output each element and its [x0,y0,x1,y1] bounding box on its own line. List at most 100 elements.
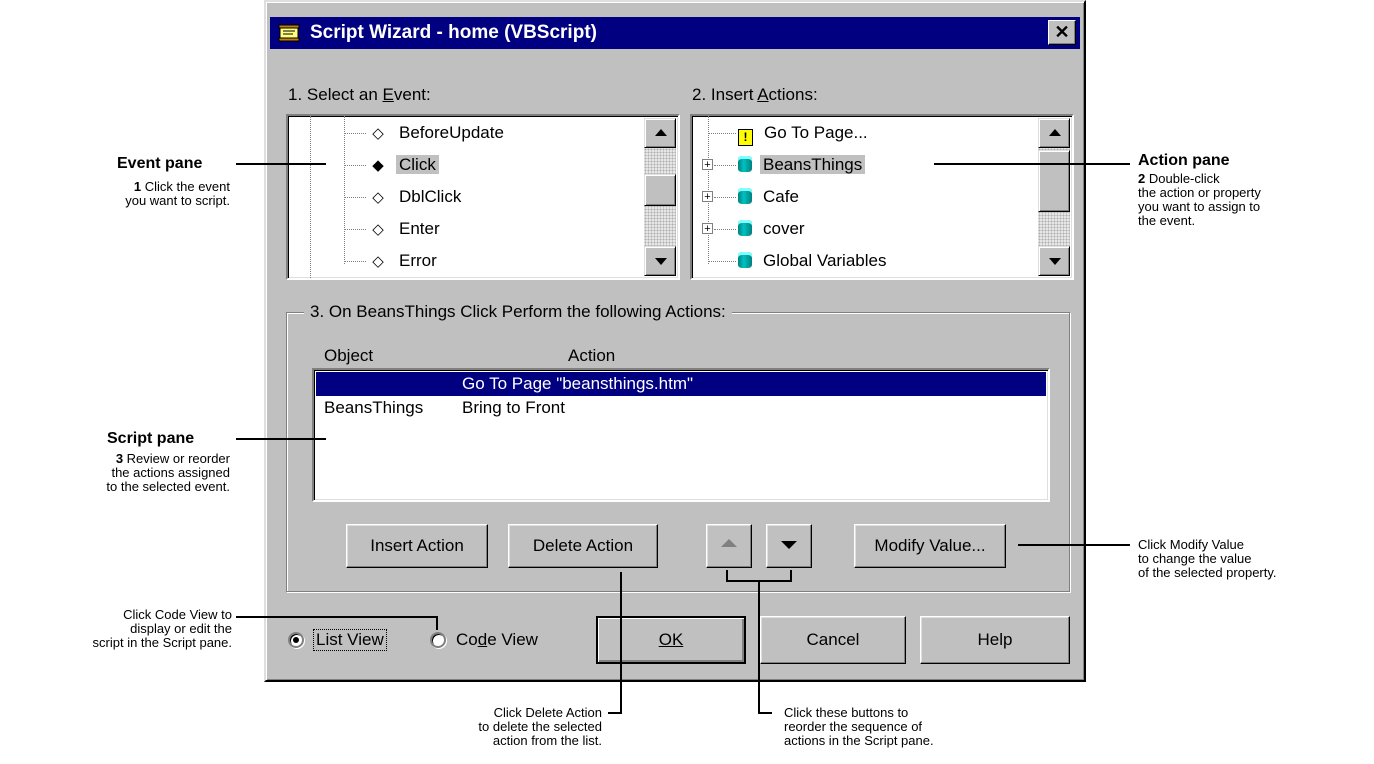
insert-action-button[interactable]: Insert Action [346,524,488,568]
event-pane-label: 1. Select an Event: [288,85,431,105]
scroll-down-button[interactable] [644,246,676,276]
action-item-label: Go To Page... [764,123,868,142]
ok-label: OK [658,630,684,649]
script-list[interactable]: Go To Page "beansthings.htm" BeansThings… [312,368,1050,502]
callout-line [436,616,438,630]
event-item-label: DblClick [399,187,462,206]
action-item-label: cover [763,219,805,238]
action-pane-callout-title: Action pane [1138,152,1230,169]
script-row-action: Go To Page "beansthings.htm" [462,374,694,393]
callout-step-number: 1 [133,179,142,194]
help-button[interactable]: Help [920,616,1070,664]
hollow-diamond-icon: ◇ [372,125,384,142]
scroll-down-button[interactable] [1038,246,1070,276]
event-pane-callout-title: Event pane [117,155,203,172]
title-bar[interactable]: Script Wizard - home (VBScript) ✕ [270,17,1080,49]
scroll-thumb[interactable] [1038,150,1070,212]
cancel-button[interactable]: Cancel [760,616,906,664]
script-row-action: Bring to Front [462,398,565,417]
action-label-suffix: ctions: [768,85,818,104]
move-up-button[interactable] [706,524,752,568]
script-pane-callout-text: 3 Review or reorder the actions assigned… [20,452,230,494]
callout-step-number: 3 [115,451,124,466]
action-item[interactable]: + cover [702,213,808,245]
callout-line [236,616,438,618]
callout-body: Double-click the action or property you … [1138,171,1261,228]
database-icon [738,220,752,236]
action-column-header: Action [568,346,616,365]
move-down-button[interactable] [766,524,812,568]
callout-step-number: 2 [1138,171,1146,186]
page-warning-icon: ! [738,129,753,146]
script-wizard-dialog: Script Wizard - home (VBScript) ✕ 1. Sel… [264,0,1086,682]
action-item-label: BeansThings [760,155,866,174]
code-view-label[interactable]: Code View [456,630,538,650]
tree-guide-line [310,116,311,278]
event-item-label: BeforeUpdate [399,123,504,142]
action-tree[interactable]: ! Go To Page... + BeansThings + Cafe + cover… [690,114,1074,280]
callout-line [236,163,326,165]
code-view-callout-text: Click Code View to display or edit the s… [92,607,232,650]
expand-icon[interactable]: + [702,223,713,235]
code-view-radio[interactable] [430,632,446,648]
action-pane-callout-text: 2 Double-click the action or property yo… [1138,172,1358,228]
action-item-label: Global Variables [763,251,887,270]
hollow-diamond-icon: ◇ [372,221,384,238]
code-view-accelerator: d [477,630,488,649]
action-item[interactable]: ! Go To Page... [702,117,871,149]
callout-body: Review or reorder the actions assigned t… [106,451,230,494]
code-view-suffix: e View [487,630,538,649]
event-item[interactable]: ◇ Error [344,245,440,277]
modify-value-button[interactable]: Modify Value... [854,524,1006,568]
action-item[interactable]: Global Variables [702,245,889,277]
database-icon [738,156,752,172]
event-label-suffix: vent: [393,85,431,104]
callout-line [934,163,1130,165]
groupbox-label: 3. On BeansThings Click Perform the foll… [304,301,732,323]
script-pane-callout-title: Script pane [107,430,195,447]
event-label-accelerator: E [382,85,394,104]
event-item[interactable]: ◇ Enter [344,213,443,245]
scroll-up-button[interactable] [644,118,676,148]
event-item[interactable]: ◇ BeforeUpdate [344,117,507,149]
action-scrollbar[interactable] [1038,118,1070,276]
callout-line [758,580,760,714]
list-view-radio[interactable] [288,632,304,648]
callout-line [236,438,326,440]
script-row-selected[interactable]: Go To Page "beansthings.htm" [316,372,1046,396]
event-item-selected[interactable]: ◆ Click [344,149,439,181]
callout-line [608,712,622,714]
filled-diamond-icon: ◆ [372,157,384,174]
database-icon [738,252,752,268]
event-label-prefix: 1. Select an [288,85,383,104]
delete-action-button[interactable]: Delete Action [508,524,658,568]
script-row-object: BeansThings [324,398,424,417]
ok-button[interactable]: OK [596,616,746,664]
hollow-diamond-icon: ◇ [372,189,384,206]
action-label-accelerator: A [757,85,769,104]
action-label-prefix: 2. Insert [692,85,758,104]
close-button[interactable]: ✕ [1048,20,1076,45]
code-view-prefix: Co [456,630,478,649]
event-pane-callout-text: 1 Click the event you want to script. [60,180,230,208]
callout-body: Click the event you want to script. [125,179,230,208]
object-column-header: Object [324,346,374,365]
scroll-thumb[interactable] [644,174,676,206]
delete-action-callout-text: Click Delete Action to delete the select… [478,705,602,748]
action-item[interactable]: + Cafe [702,181,802,213]
callout-line [1018,544,1130,546]
window-title: Script Wizard - home (VBScript) [310,22,597,43]
event-item[interactable]: ◇ DblClick [344,181,464,213]
expand-icon[interactable]: + [702,191,713,203]
event-item-label: Enter [399,219,440,238]
scroll-up-button[interactable] [1038,118,1070,148]
event-tree[interactable]: ◇ BeforeUpdate ◆ Click ◇ DblClick ◇ Enter ◇ E… [286,114,680,280]
script-row[interactable]: BeansThings Bring to Front [316,396,1046,420]
event-item-label: Error [399,251,437,270]
action-item-label: Cafe [763,187,799,206]
list-view-label[interactable]: List View [313,629,387,651]
expand-icon[interactable]: + [702,159,713,171]
event-scrollbar[interactable] [644,118,676,276]
action-item-selected[interactable]: + BeansThings [702,149,866,181]
scroll-icon [278,24,300,42]
